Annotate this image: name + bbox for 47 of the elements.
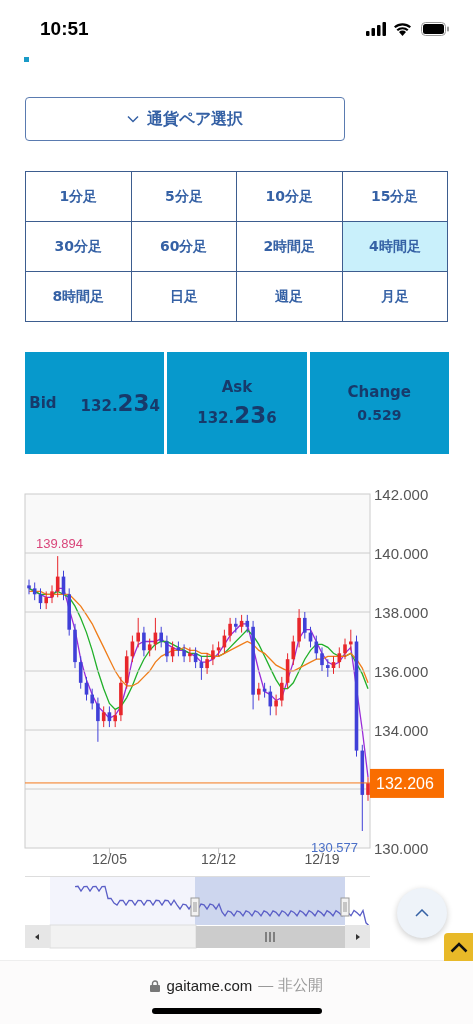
- price-value: 132.234: [80, 390, 161, 416]
- timeframe-tab[interactable]: 4時間足: [342, 222, 447, 271]
- quote-label: Ask: [221, 378, 253, 396]
- chevron-up-icon: [415, 909, 429, 917]
- clock-time: 10:51: [40, 18, 89, 40]
- axis-label: 142.000: [374, 486, 429, 503]
- axis-label: 12/12: [201, 851, 237, 867]
- lock-icon: [150, 979, 161, 992]
- range-selection[interactable]: [195, 877, 345, 925]
- quote-label: Bid: [29, 394, 57, 412]
- timeframe-tab[interactable]: 8時間足: [26, 272, 131, 321]
- current-price-tag: 132.206: [370, 768, 444, 798]
- axis-label: 134.000: [374, 722, 429, 739]
- timeframe-tab[interactable]: 5分足: [131, 172, 236, 221]
- scroll-right-button[interactable]: [345, 925, 370, 948]
- axis-label: 136.000: [374, 663, 429, 680]
- axis-label: 12/05: [91, 851, 127, 867]
- privacy-note: — 非公開: [258, 976, 323, 995]
- quote-label: Change: [347, 383, 411, 401]
- high-price-label: 139.894: [36, 536, 83, 551]
- chevron-up-icon: [449, 941, 468, 953]
- timeframe-tab[interactable]: 10分足: [237, 172, 342, 221]
- range-handle[interactable]: [340, 897, 350, 917]
- axis-label: 140.000: [374, 545, 429, 562]
- page-url[interactable]: gaitame.com: [166, 977, 253, 994]
- timeframe-tab[interactable]: 1分足: [26, 172, 131, 221]
- timeframe-tab[interactable]: 日足: [131, 272, 236, 321]
- timeframe-tab[interactable]: 2時間足: [237, 222, 342, 271]
- timeframe-tab[interactable]: 15分足: [342, 172, 447, 221]
- price-value: 132.236: [197, 402, 277, 428]
- timeframe-tab[interactable]: 週足: [237, 272, 342, 321]
- timeframe-tab[interactable]: 月足: [342, 272, 447, 321]
- range-handle[interactable]: [190, 897, 200, 917]
- timeframe-tab[interactable]: 60分足: [131, 222, 236, 271]
- currency-pair-select-button[interactable]: 通貨ペア選択: [25, 97, 345, 141]
- marker-icon: [24, 57, 29, 62]
- scrollbar-thumb[interactable]: [196, 926, 345, 948]
- scroll-left-button[interactable]: [25, 925, 50, 948]
- signal-icon: [366, 22, 386, 36]
- battery-icon: [421, 22, 450, 36]
- change-value: 0.529: [357, 407, 402, 423]
- timeframe-tab[interactable]: 30分足: [26, 222, 131, 271]
- axis-label: 130.000: [374, 840, 429, 857]
- chevron-down-icon: [127, 115, 139, 123]
- axis-label: 138.000: [374, 604, 429, 621]
- page-top-button[interactable]: [444, 933, 473, 961]
- wifi-icon: [393, 21, 412, 36]
